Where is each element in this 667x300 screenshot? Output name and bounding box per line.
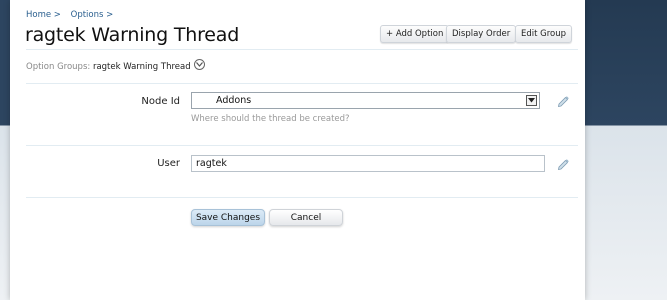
divider (26, 83, 578, 84)
page-background-left (0, 0, 10, 300)
display-order-button[interactable]: Display Order (446, 25, 517, 43)
page-title: ragtek Warning Thread (25, 24, 240, 46)
node-id-select[interactable]: Addons (191, 92, 540, 109)
chevron-down-icon[interactable] (526, 95, 537, 106)
page-background-right (585, 0, 667, 300)
save-changes-button[interactable]: Save Changes (191, 209, 265, 226)
divider (26, 145, 578, 146)
user-label: User (157, 158, 180, 169)
add-option-button[interactable]: + Add Option (380, 25, 450, 43)
edit-group-button[interactable]: Edit Group (515, 25, 573, 43)
option-groups-label: Option Groups: (26, 62, 91, 72)
breadcrumb: Home > Options > (26, 10, 120, 20)
pencil-edit-icon[interactable] (556, 157, 570, 170)
node-id-label: Node Id (141, 96, 180, 107)
option-groups-selector: Option Groups: ragtek Warning Thread (26, 58, 206, 72)
cancel-button[interactable]: Cancel (269, 209, 343, 226)
options-panel: Home > Options > ragtek Warning Thread +… (10, 0, 585, 300)
divider (26, 197, 578, 198)
circle-chevron-down-icon[interactable] (194, 59, 206, 70)
node-id-hint: Where should the thread be created? (191, 114, 350, 124)
breadcrumb-home[interactable]: Home > (26, 10, 61, 20)
breadcrumb-options[interactable]: Options > (71, 10, 114, 20)
node-id-selected-value: Addons (216, 95, 252, 106)
pencil-edit-icon[interactable] (556, 94, 570, 107)
option-groups-value[interactable]: ragtek Warning Thread (93, 62, 191, 72)
user-input[interactable] (191, 155, 545, 172)
divider (26, 49, 578, 50)
